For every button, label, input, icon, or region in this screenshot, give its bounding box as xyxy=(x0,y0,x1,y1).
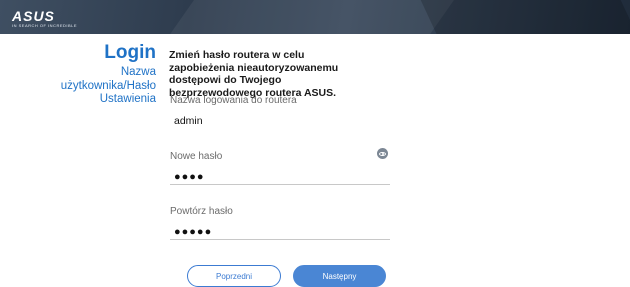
sidebar: Login Nazwa użytkownika/Hasło Ustawienia xyxy=(60,42,156,107)
confirm-password-field[interactable]: ●●●●● xyxy=(174,226,212,238)
new-password-label: Nowe hasło xyxy=(170,151,223,162)
page-title: Login xyxy=(104,42,156,63)
asus-logo: ASUS IN SEARCH OF INCREDIBLE xyxy=(12,9,77,29)
next-button[interactable]: Następny xyxy=(293,265,386,287)
new-password-field[interactable]: ●●●● xyxy=(174,171,205,183)
confirm-password-label: Powtórz hasło xyxy=(170,206,233,217)
header-banner: ASUS IN SEARCH OF INCREDIBLE xyxy=(0,0,630,34)
previous-button[interactable]: Poprzedni xyxy=(187,265,281,287)
eye-icon[interactable] xyxy=(377,148,388,159)
username-label: Nazwa logowania do routera xyxy=(170,95,297,106)
header-decoration xyxy=(416,0,630,34)
description-text: Zmień hasło routera w celu zapobieżenia … xyxy=(169,49,339,99)
username-field[interactable]: admin xyxy=(174,115,203,127)
new-password-underline xyxy=(170,184,390,185)
logo-text: ASUS xyxy=(12,8,55,24)
page-subtitle: Nazwa użytkownika/Hasło Ustawienia xyxy=(60,66,156,105)
logo-tagline: IN SEARCH OF INCREDIBLE xyxy=(12,23,78,28)
confirm-password-underline xyxy=(170,239,390,240)
header-decoration xyxy=(151,0,469,34)
